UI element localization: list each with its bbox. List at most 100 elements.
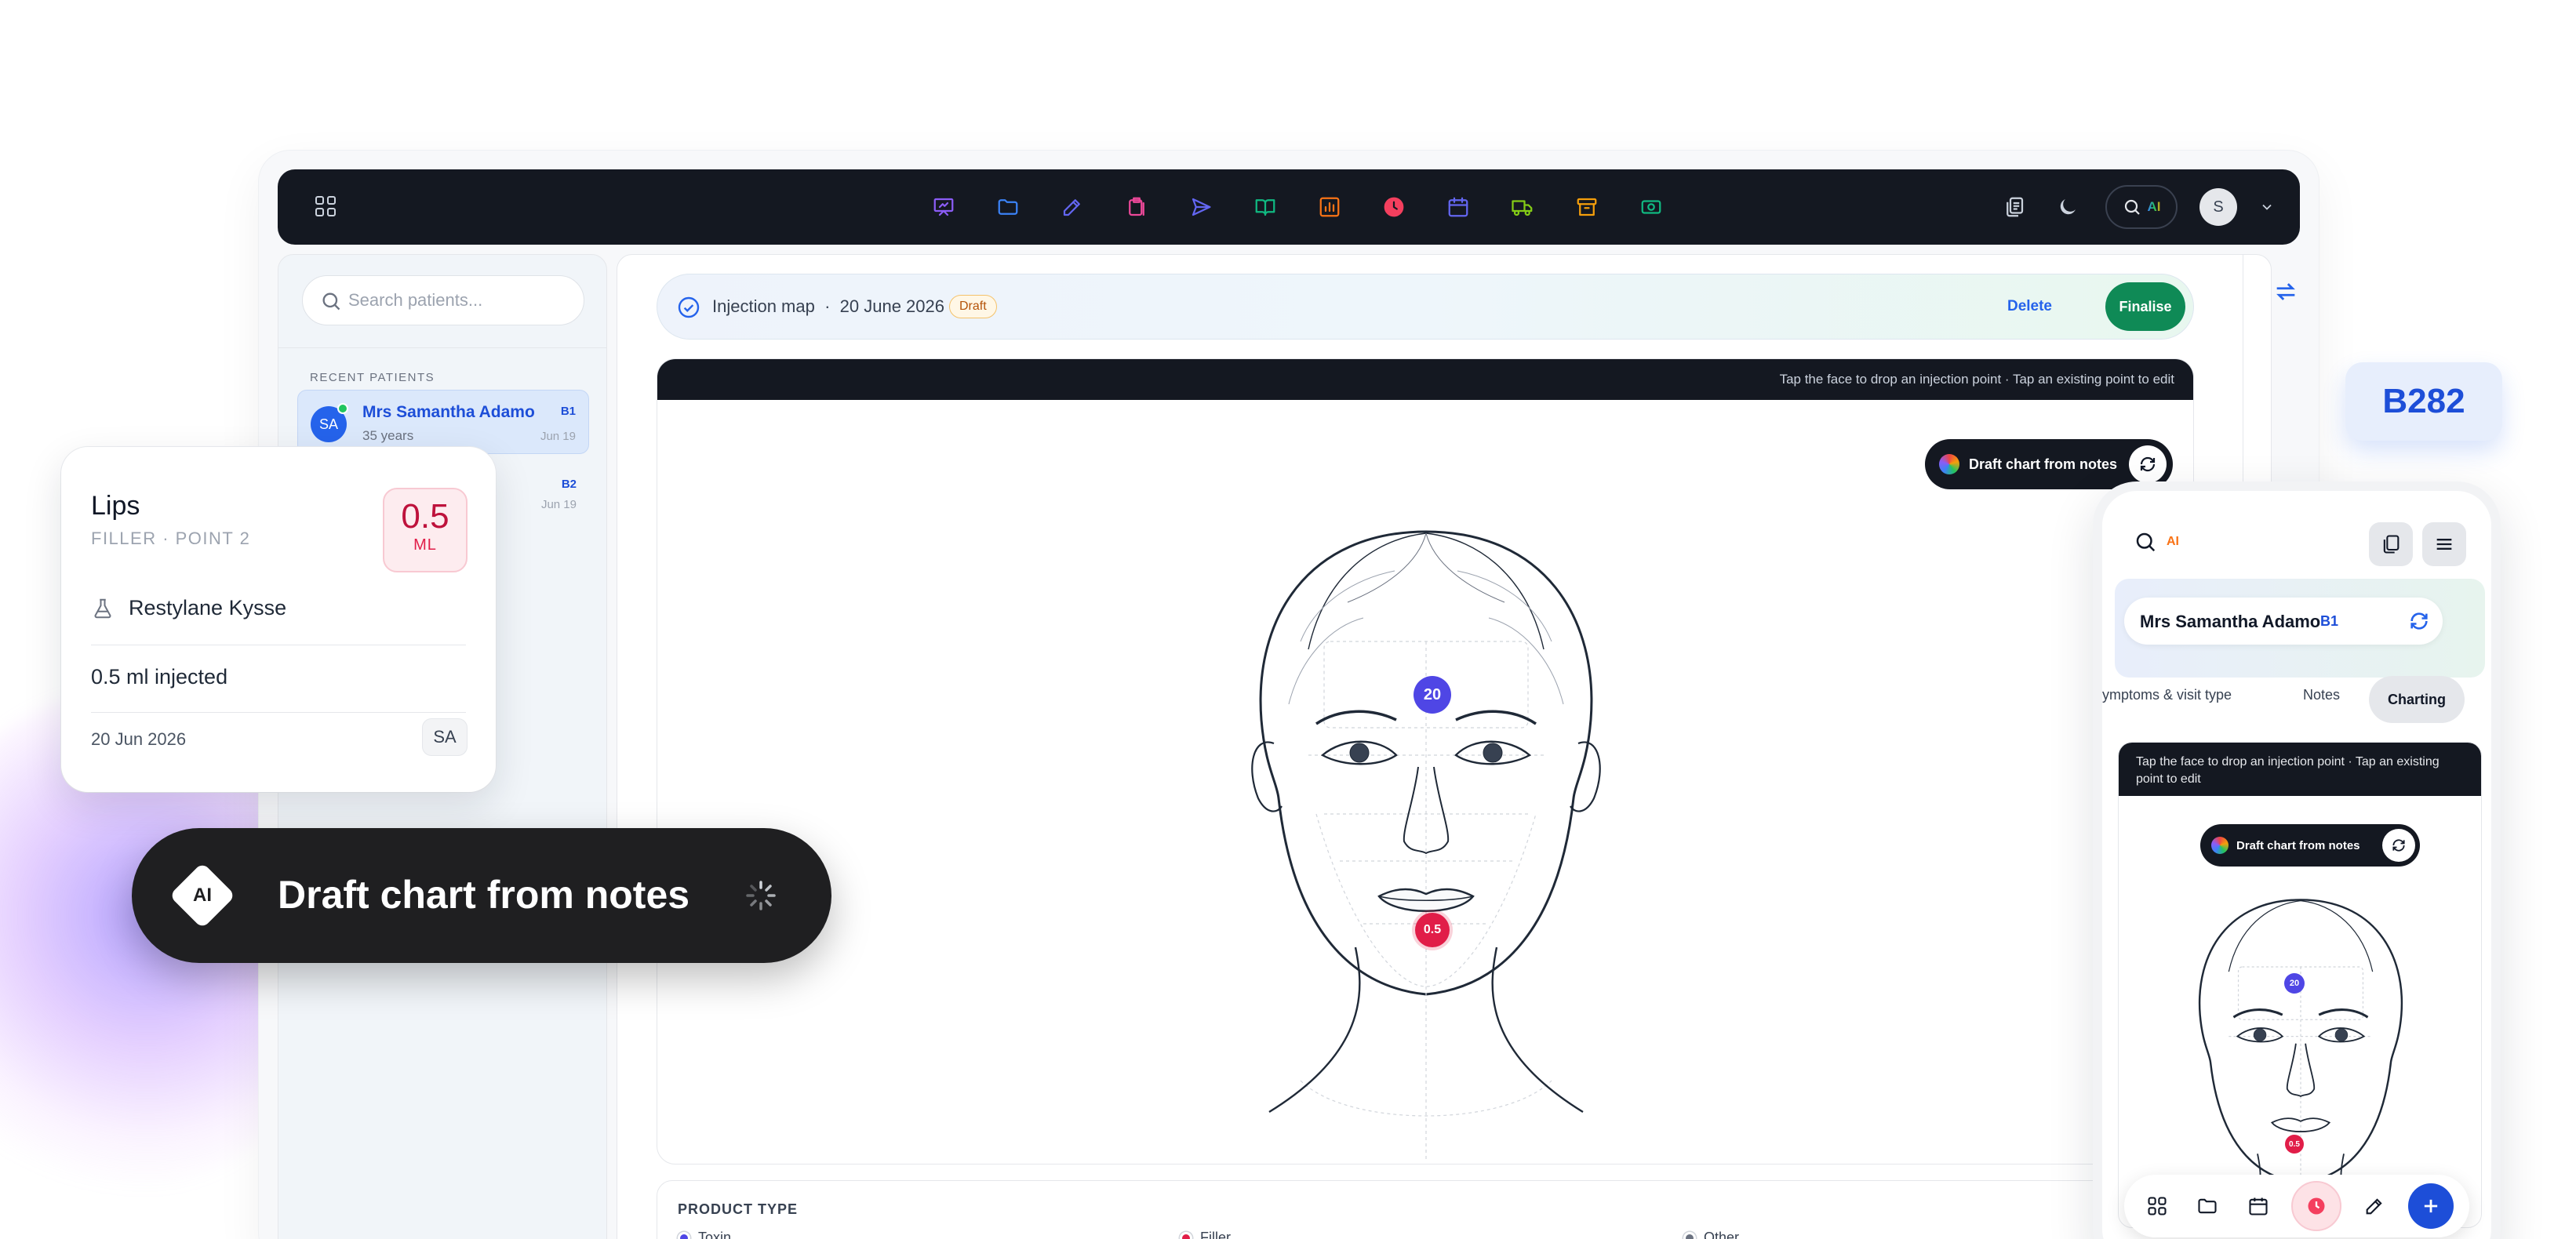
nav-icons — [921, 188, 1674, 226]
patient-code-badge: B282 — [2345, 362, 2502, 441]
nav-folder-button[interactable] — [985, 188, 1031, 226]
refresh-button[interactable] — [2382, 829, 2415, 862]
search-placeholder: Search patients... — [348, 290, 483, 310]
calendar-icon — [2249, 1197, 2268, 1215]
refresh-button[interactable] — [2129, 445, 2167, 483]
copy-button[interactable] — [2369, 522, 2413, 566]
nav-archive-button[interactable] — [1564, 188, 1610, 226]
user-avatar[interactable]: S — [2199, 188, 2237, 226]
chevron-down-icon[interactable] — [2259, 199, 2275, 215]
online-indicator — [337, 403, 348, 414]
tab-charting[interactable]: Charting — [2369, 676, 2465, 723]
finalise-button[interactable]: Finalise — [2105, 282, 2185, 331]
patient-code: B2 — [561, 478, 577, 491]
mobile-ai-search[interactable]: AI — [2134, 530, 2179, 554]
injection-map-header: Injection map · 20 June 2026 Draft Delet… — [657, 274, 2194, 340]
mobile-face-canvas[interactable]: Tap the face to drop an injection point … — [2118, 742, 2482, 1228]
clock-icon — [2308, 1197, 2325, 1215]
patient-code: B1 — [2320, 613, 2339, 629]
legend-toxin[interactable]: Toxin — [678, 1230, 731, 1239]
send-icon — [1192, 198, 1211, 216]
draft-chart-button[interactable]: Draft chart from notes — [2200, 824, 2420, 867]
nav-edit-button[interactable] — [1050, 188, 1095, 226]
product-type-label: PRODUCT TYPE — [678, 1201, 799, 1217]
nav-truck-button[interactable] — [1500, 188, 1545, 226]
face-illustration[interactable] — [1191, 485, 1661, 1159]
search-icon — [322, 292, 340, 311]
nav-calendar-button[interactable] — [1435, 188, 1481, 226]
search-icon — [2136, 532, 2156, 552]
injection-point-forehead[interactable]: 20 — [2284, 973, 2305, 994]
mobile-patient-header: Mrs Samantha Adamo B1 — [2115, 579, 2485, 678]
add-button[interactable] — [2407, 1183, 2454, 1229]
patient-search-input[interactable]: Search patients... — [302, 275, 584, 325]
flask-icon — [94, 598, 111, 618]
edit-button[interactable] — [2357, 1189, 2392, 1223]
money-icon — [1641, 200, 1661, 214]
swap-icon[interactable] — [2272, 278, 2299, 305]
copy-icon — [2383, 535, 2400, 554]
folder-button[interactable] — [2190, 1189, 2225, 1223]
nav-presentation-button[interactable] — [921, 188, 966, 226]
patient-date: Jun 19 — [540, 430, 576, 443]
product-type-panel: PRODUCT TYPE Toxin Filler Other — [657, 1180, 2194, 1239]
canvas-instruction: Tap the face to drop an injection point … — [657, 359, 2193, 400]
nav-clock-button[interactable] — [1371, 188, 1417, 226]
nav-clipboard-button[interactable] — [1114, 188, 1159, 226]
delete-button[interactable]: Delete — [2007, 298, 2052, 315]
draft-chart-from-notes-button[interactable]: AI Draft chart from notes — [132, 828, 831, 963]
tab-notes[interactable]: Notes — [2303, 687, 2340, 703]
apps-grid-icon[interactable] — [315, 196, 337, 218]
legend-other[interactable]: Other — [1683, 1230, 1739, 1239]
mobile-patient-chip[interactable]: Mrs Samantha Adamo B1 — [2124, 598, 2443, 645]
folder-icon — [998, 199, 1018, 215]
menu-icon — [2436, 539, 2452, 550]
legend-dot — [1180, 1231, 1192, 1239]
mobile-bottom-dock — [2124, 1175, 2469, 1237]
copy-icon[interactable] — [1999, 191, 2030, 223]
tab-symptoms[interactable]: ymptoms & visit type — [2102, 687, 2232, 703]
nav-money-button[interactable] — [1628, 188, 1674, 226]
refresh-icon[interactable] — [2408, 610, 2430, 632]
calendar-button[interactable] — [2241, 1189, 2276, 1223]
face-illustration[interactable] — [2156, 881, 2445, 1226]
nav-book-button[interactable] — [1243, 188, 1288, 226]
area-title: Lips — [91, 491, 140, 521]
mobile-app: AI Mrs Samantha Adamo B1 ymptoms & visit… — [2093, 481, 2501, 1239]
main-panel: Injection map · 20 June 2026 Draft Delet… — [617, 254, 2295, 1239]
legend-filler[interactable]: Filler — [1180, 1230, 1231, 1239]
ai-search-button[interactable]: AI — [2105, 185, 2178, 229]
mobile-tabs: ymptoms & visit type Notes Charting — [2102, 676, 2491, 723]
canvas-instruction: Tap the face to drop an injection point … — [2119, 743, 2481, 796]
edit-icon — [2367, 1198, 2383, 1215]
injection-point-lips[interactable]: 0.5 — [2285, 1135, 2304, 1154]
injection-point-detail-card[interactable]: Lips FILLER · POINT 2 0.5 ML Restylane K… — [61, 447, 496, 792]
clock-icon — [1384, 197, 1404, 217]
legend-dot — [678, 1231, 690, 1239]
recent-patients-label: RECENT PATIENTS — [310, 371, 435, 384]
apps-grid-button[interactable] — [2140, 1189, 2174, 1223]
patient-name: Mrs Samantha Adamo — [362, 403, 535, 421]
nav-send-button[interactable] — [1178, 188, 1224, 226]
folder-icon — [2198, 1198, 2218, 1214]
injection-point-lips[interactable]: 0.5 — [1415, 913, 1450, 947]
draft-chart-label: Draft chart from notes — [1969, 456, 2118, 472]
face-canvas[interactable]: Tap the face to drop an injection point … — [657, 358, 2194, 1165]
menu-button[interactable] — [2422, 522, 2466, 566]
archive-icon — [1577, 198, 1597, 216]
clipboard-icon — [1129, 197, 1144, 216]
nav-chart-button[interactable] — [1307, 188, 1352, 226]
legend-dot — [1683, 1231, 1696, 1239]
truck-icon — [1512, 200, 1533, 216]
injection-point-forehead[interactable]: 20 — [1414, 676, 1451, 714]
injected-amount: 0.5 ml injected — [91, 665, 228, 689]
area-subtitle: FILLER · POINT 2 — [91, 529, 251, 548]
clock-button[interactable] — [2291, 1181, 2342, 1231]
injection-map-title: Injection map · 20 June 2026 — [712, 296, 944, 316]
patient-row[interactable]: SA Mrs Samantha Adamo 35 years B1 Jun 19 — [297, 390, 589, 454]
moon-icon[interactable] — [2052, 191, 2083, 223]
ai-logo-icon — [2211, 837, 2229, 854]
top-bar: AI S — [278, 169, 2300, 245]
chart-icon — [1319, 197, 1340, 217]
ai-logo-icon — [1939, 454, 1959, 474]
